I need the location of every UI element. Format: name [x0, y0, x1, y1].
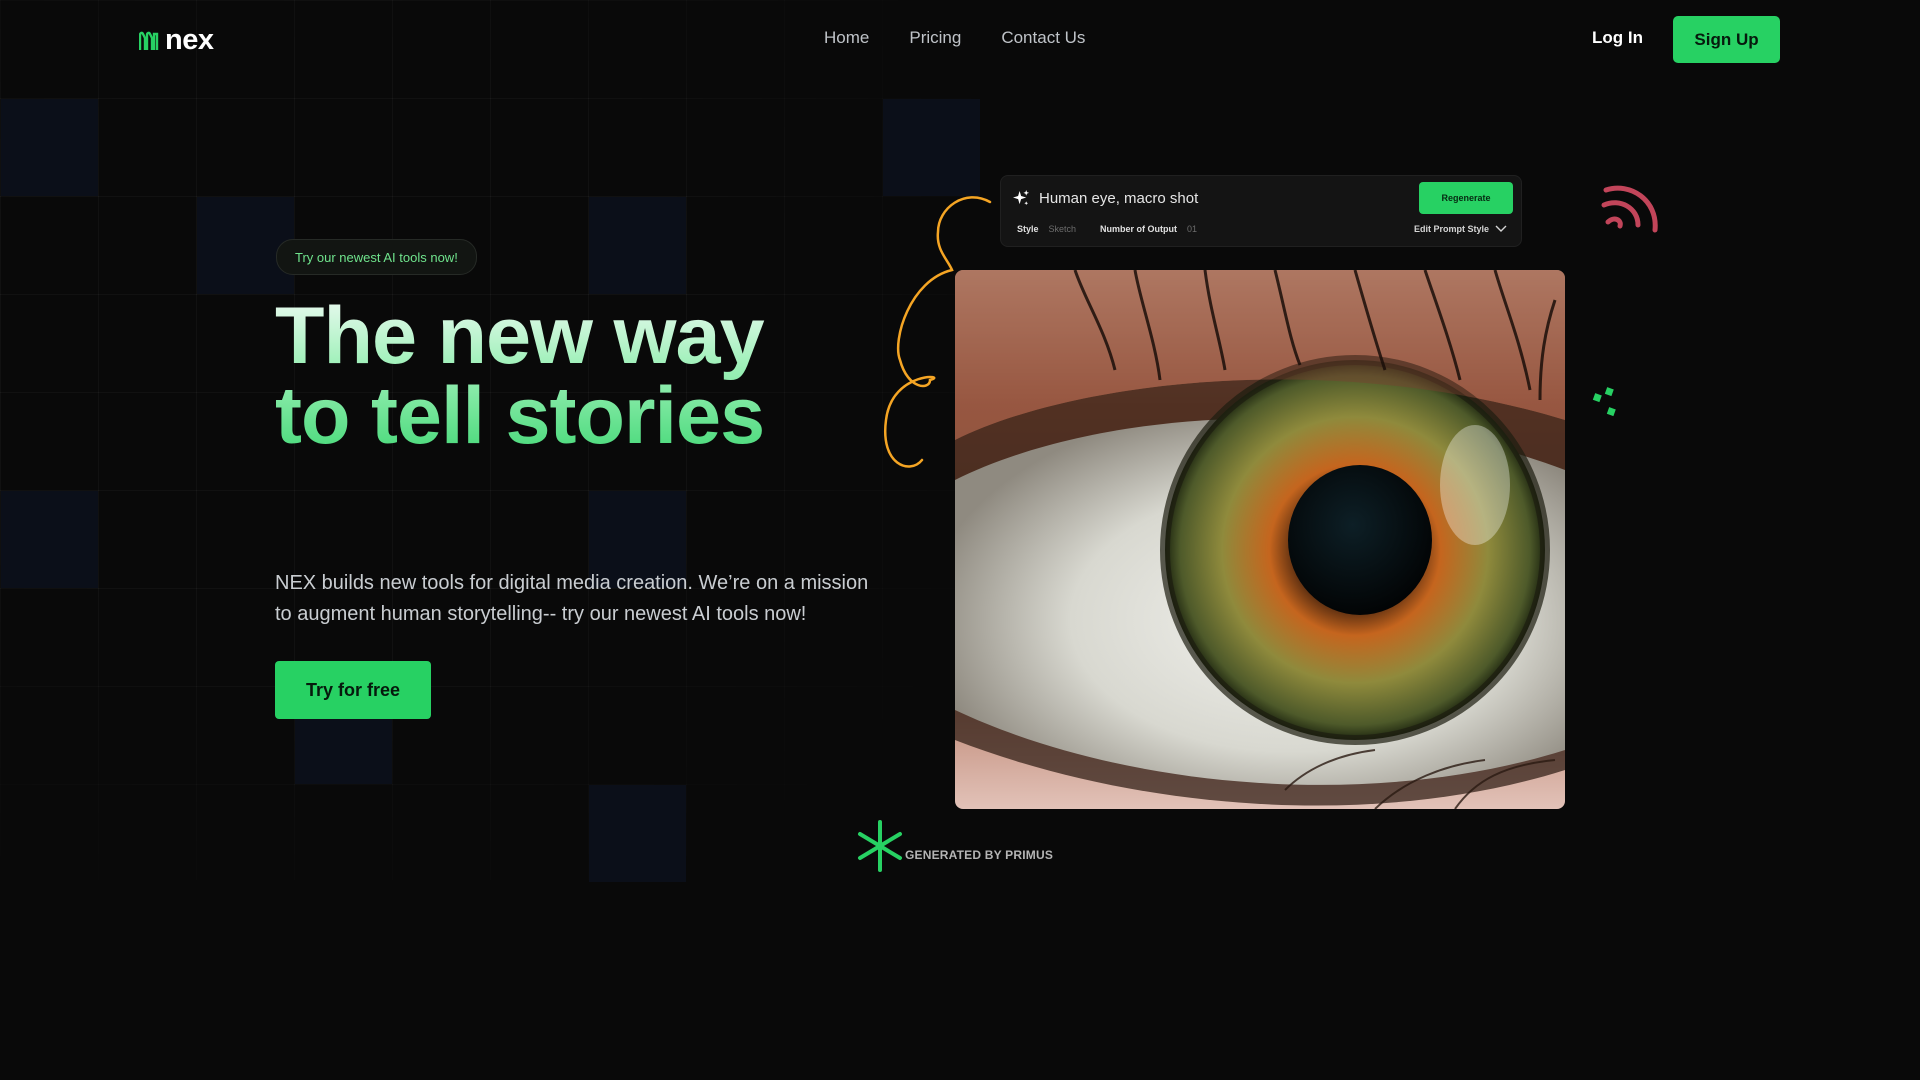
- nav-home[interactable]: Home: [824, 28, 869, 48]
- grid-tile: [1, 99, 98, 196]
- grid-tile: [1, 491, 98, 588]
- announcement-badge[interactable]: Try our newest AI tools now!: [276, 239, 477, 275]
- signal-waves-icon: [1601, 185, 1658, 233]
- nex-logo-icon: [139, 31, 159, 50]
- generated-by-label: GENERATED BY PRIMUS: [905, 848, 1054, 862]
- hero-headline: The new way to tell stories: [275, 296, 835, 457]
- signup-button[interactable]: Sign Up: [1673, 16, 1780, 63]
- starburst-icon: [858, 820, 902, 872]
- chevron-down-icon: [1495, 225, 1507, 232]
- brand-name: nex: [165, 24, 214, 56]
- edit-prompt-style-dropdown[interactable]: Edit Prompt Style: [1414, 224, 1507, 234]
- main-nav: Home Pricing Contact Us: [824, 28, 1085, 48]
- prompt-input[interactable]: Human eye, macro shot: [1039, 190, 1419, 207]
- regenerate-button[interactable]: Regenerate: [1419, 182, 1513, 214]
- outputs-label: Number of Output: [1100, 224, 1178, 234]
- style-label: Style: [1017, 224, 1039, 234]
- green-sparkles-icon: [1592, 387, 1616, 417]
- hero-description: NEX builds new tools for digital media c…: [275, 572, 869, 625]
- nav-contact-us[interactable]: Contact Us: [1001, 28, 1085, 48]
- grid-tile: [589, 785, 686, 882]
- style-value[interactable]: Sketch: [1049, 224, 1077, 234]
- try-for-free-button[interactable]: Try for free: [275, 661, 431, 719]
- outputs-value[interactable]: 01: [1187, 224, 1197, 234]
- grid-tile: [883, 99, 980, 196]
- generated-eye-image: [955, 270, 1565, 809]
- brand-logo[interactable]: nex: [139, 24, 214, 57]
- sparkle-icon: [1013, 189, 1030, 205]
- grid-tile: [589, 197, 686, 294]
- nav-pricing[interactable]: Pricing: [909, 28, 961, 48]
- edit-prompt-style-label: Edit Prompt Style: [1413, 224, 1489, 234]
- login-link[interactable]: Log In: [1592, 28, 1643, 48]
- prompt-card: Human eye, macro shot Regenerate Style S…: [1000, 175, 1522, 247]
